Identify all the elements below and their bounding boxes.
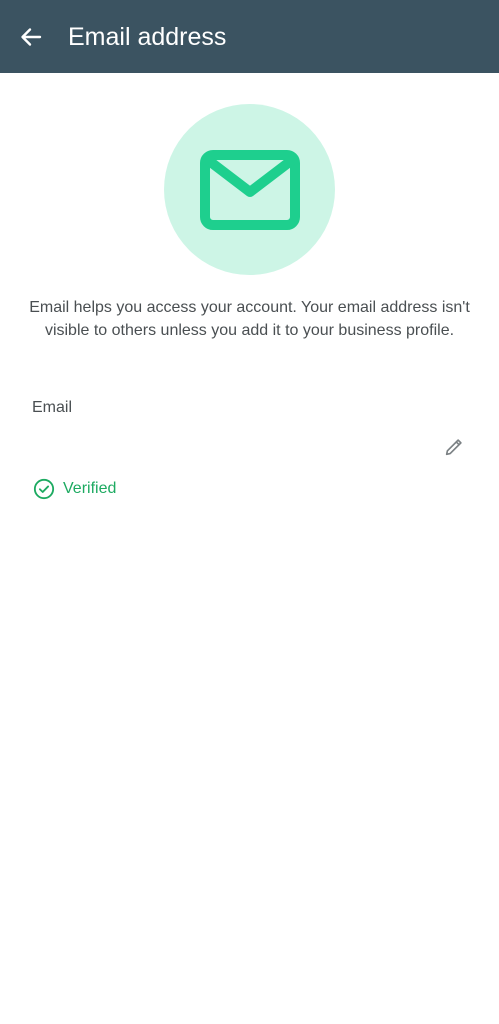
page-title: Email address bbox=[68, 23, 227, 51]
check-circle-icon bbox=[33, 478, 55, 500]
verified-label: Verified bbox=[63, 480, 117, 497]
email-illustration bbox=[164, 104, 335, 275]
pencil-icon bbox=[445, 439, 462, 456]
email-label: Email bbox=[32, 399, 73, 416]
app-bar: Email address bbox=[0, 0, 499, 73]
verified-status: Verified bbox=[33, 477, 116, 501]
email-description: Email helps you access your account. You… bbox=[29, 299, 470, 339]
envelope-icon bbox=[199, 149, 300, 230]
arrow-left-icon bbox=[21, 28, 42, 46]
email-value[interactable] bbox=[32, 436, 412, 458]
edit-email-button[interactable] bbox=[441, 434, 467, 460]
back-button[interactable] bbox=[18, 24, 44, 50]
